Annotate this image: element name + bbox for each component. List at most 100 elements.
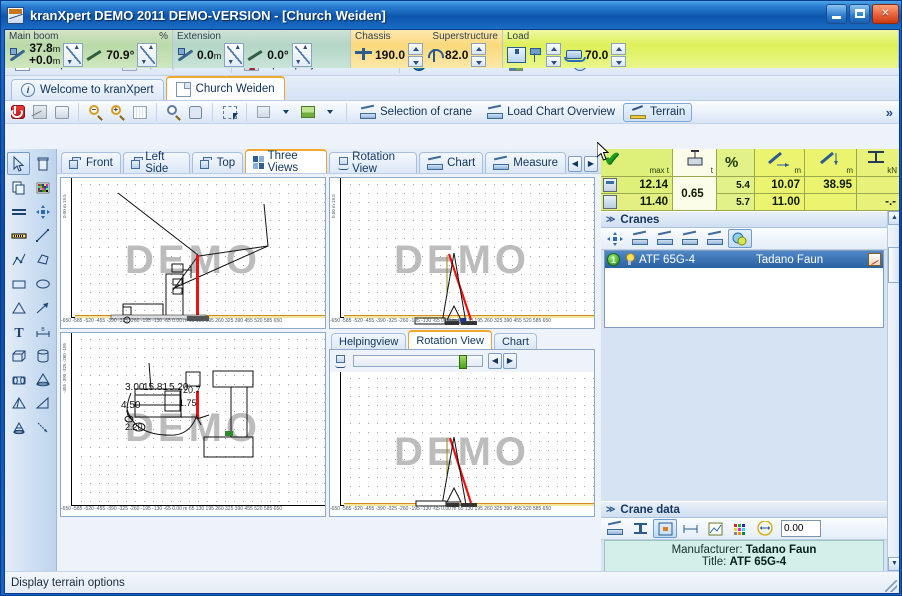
crane-add-button[interactable] [678,229,702,248]
tool-free-draw[interactable] [31,416,54,439]
view-tab-left-side[interactable]: Left Side [122,151,190,175]
tool-copy[interactable] [7,176,30,199]
zoom-fit-button[interactable] [129,102,150,122]
tool-ellipse[interactable] [31,272,54,295]
terrain-dropdown[interactable] [319,102,340,122]
crane-list[interactable]: 1 ATF 65G-4 Tadano Faun [604,250,884,328]
view-tab-bar: Front Left Side Top Three Views Rotation… [57,149,601,175]
cranes-section-header[interactable]: ≫ Cranes [601,211,887,228]
move-crane-button[interactable] [603,229,627,248]
tool-polygon[interactable] [31,248,54,271]
cell-row1-percent: 5.4 [717,177,755,194]
doc-tab-church-weiden[interactable]: Church Weiden [165,76,285,100]
crane-list-button[interactable] [628,229,652,248]
scrollbar-thumb[interactable] [888,247,899,283]
view-tab-three-views[interactable]: Three Views [245,149,327,174]
view-tab-front[interactable]: Front [61,152,121,173]
tool-polyline[interactable] [7,248,30,271]
stop-button[interactable] [7,102,28,122]
shade-mode-button[interactable] [253,102,274,122]
load-chart-overview-button[interactable]: Load Chart Overview [480,103,622,122]
extension-angle-stepper[interactable]: ▲ ▼ [291,43,312,67]
rectangle-icon [12,280,25,288]
canvas-front-view[interactable]: 0.00 m 19.5 DEMO -650 -585 -520 -455 -39… [60,177,326,329]
tool-delete[interactable] [31,152,54,175]
resize-grip[interactable] [885,580,897,592]
doc-tab-welcome[interactable]: i Welcome to kranXpert [11,79,164,100]
close-button[interactable]: ✕ [872,4,899,24]
crane-info-button[interactable] [728,229,752,248]
superstructure-stepper[interactable] [471,43,487,67]
canvas-rotation-view[interactable]: ◀ ▶ DEMO -650 -585 -520 -455 -390 -325 -… [329,349,595,517]
tool-line[interactable] [31,224,54,247]
grid-tab-icon [733,523,745,535]
width-value-input[interactable]: 0.00 [781,520,821,537]
tool-cone[interactable] [31,368,54,391]
selection-of-crane-button[interactable]: Selection of crane [353,103,479,122]
canvas-top-view[interactable]: -455 -390 -325 -260 -195 DEMO 3.00 15.81… [60,332,326,517]
zoom-region-button[interactable] [163,102,184,122]
sub-tab-rotation-view[interactable]: Rotation View [408,330,492,349]
crane-edit-button[interactable] [653,229,677,248]
crane-list-item[interactable]: 1 ATF 65G-4 Tadano Faun [605,251,883,268]
view-tab-chart[interactable]: Chart [419,152,484,173]
right-panel-scrollbar[interactable]: ▲ ▼ [887,211,899,571]
view-tab-measure[interactable]: Measure [485,152,566,173]
view-tab-next-button[interactable]: ▶ [584,156,598,172]
view-tab-prev-button[interactable]: ◀ [568,156,582,172]
hook-height-stepper[interactable] [546,43,561,67]
sub-tab-chart[interactable]: Chart [493,333,537,349]
sub-tab-helpingview[interactable]: Helpingview [331,333,407,349]
tool-text[interactable]: T [7,320,30,343]
scroll-up-button[interactable]: ▲ [888,211,899,225]
main-boom-length-stepper[interactable]: ▲ ▼ [63,43,84,67]
tool-rectangle[interactable] [7,272,30,295]
tool-cylinder[interactable] [31,344,54,367]
tool-wedge[interactable] [31,392,54,415]
crane-tab-button[interactable] [603,519,627,538]
extension-length-stepper[interactable]: ▲ ▼ [224,43,245,67]
terrain-preview-button[interactable] [297,102,318,122]
tool-lines[interactable] [7,200,30,223]
shade-mode-dropdown[interactable] [275,102,296,122]
render-button[interactable] [29,102,50,122]
tool-select-pointer[interactable] [7,152,30,175]
tool-triangle[interactable] [7,296,30,319]
canvas-left-side-view[interactable]: 0.00 m 19.5 DEMO -650 -585 -520 -455 -39… [329,177,595,329]
view-tab-top[interactable]: Top [191,152,244,173]
dimension-tab-button[interactable] [678,519,702,538]
tool-ruler[interactable] [7,224,30,247]
zoom-out-button[interactable]: − [85,102,106,122]
width-tab-button[interactable] [753,519,777,538]
grid-tab-button[interactable] [728,519,752,538]
load-radius-stepper[interactable] [611,43,627,67]
view-tab-rotation-view[interactable]: Rotation View [328,151,418,175]
tool-arrow[interactable] [31,296,54,319]
tool-tube[interactable] [7,368,30,391]
chart-tab-button[interactable] [703,519,727,538]
pan-button[interactable] [185,102,206,122]
tool-sphere-cone[interactable] [7,416,30,439]
crane-data-section-header[interactable]: ≫ Crane data [601,501,887,518]
support-tab-button[interactable] [653,519,677,538]
zoom-in-button[interactable]: + [107,102,128,122]
crane-delete-button[interactable] [703,229,727,248]
outrigger-tab-button[interactable] [628,519,652,538]
chassis-stepper[interactable] [408,43,424,67]
minimize-button[interactable] [826,4,847,24]
toolbar-expand-button[interactable]: » [886,105,893,120]
tool-color-palette[interactable] [31,176,54,199]
main-boom-angle-stepper[interactable]: ▲ ▼ [137,43,158,67]
maximize-button[interactable] [849,4,870,24]
table-row[interactable]: 12.14 0.65 5.4 10.07 38.95 [601,177,899,211]
manufacturer-value: Tadano Faun [745,544,817,556]
terrain-button[interactable]: Terrain [623,102,693,122]
tool-pyramid[interactable] [7,392,30,415]
table-row[interactable]: 11.40 5.7 11.00 -.- [601,194,899,211]
select-button[interactable] [219,102,240,122]
print-button[interactable] [51,102,72,122]
scroll-down-button[interactable]: ▼ [888,557,899,571]
tool-cuboid[interactable] [7,344,30,367]
tool-move[interactable] [31,200,54,223]
tool-dimension[interactable]: B [31,320,54,343]
